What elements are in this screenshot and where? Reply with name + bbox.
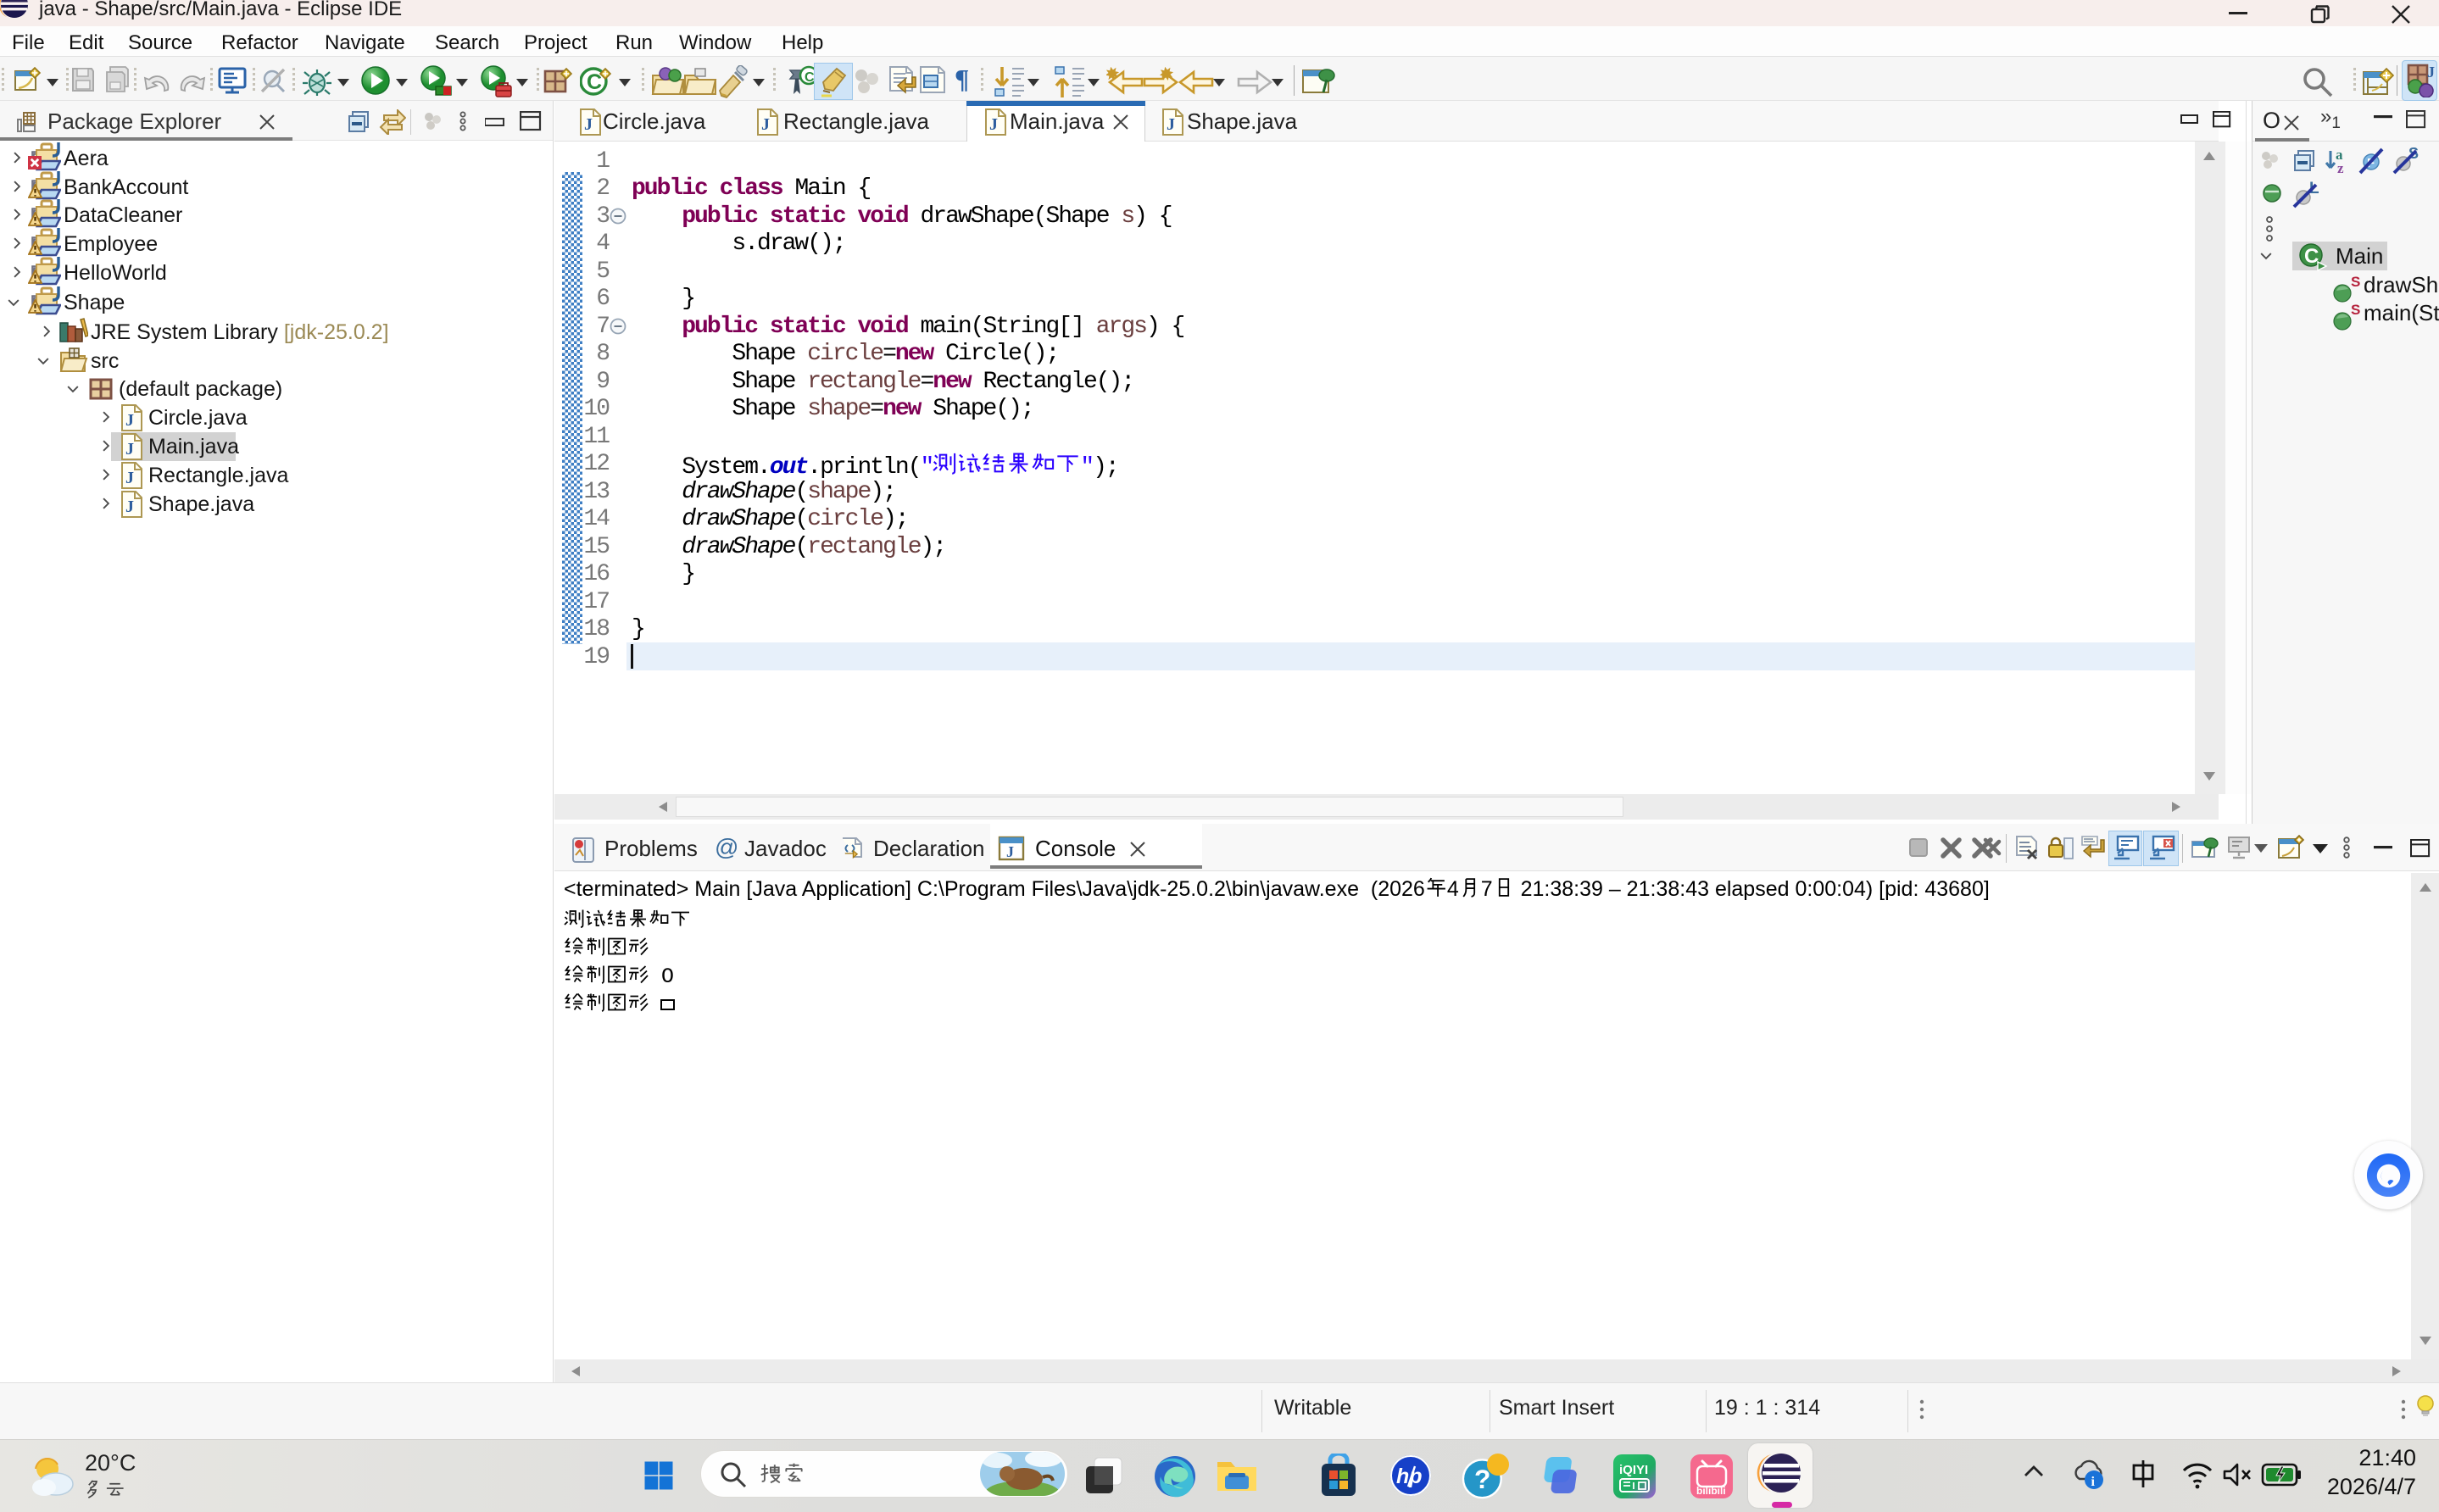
svg-text:C: C	[2304, 245, 2319, 268]
svg-text:z: z	[2337, 160, 2344, 175]
svg-text:S: S	[2351, 304, 2360, 318]
svg-text:i: i	[2091, 1475, 2096, 1489]
svg-text:J: J	[1006, 843, 1014, 860]
svg-text:J: J	[2427, 64, 2435, 81]
svg-text:bilibili: bilibili	[1696, 1485, 1726, 1497]
svg-text:iQIYI: iQIYI	[1619, 1463, 1648, 1477]
svg-text:S: S	[2351, 276, 2360, 290]
